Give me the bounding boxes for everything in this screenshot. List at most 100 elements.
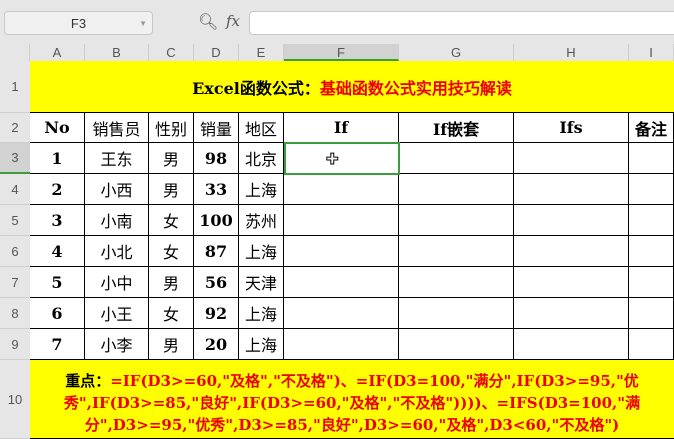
column-header-A[interactable]: A <box>30 44 85 61</box>
table-cell[interactable] <box>399 329 514 360</box>
table-cell[interactable] <box>514 143 629 174</box>
table-cell[interactable] <box>629 143 674 174</box>
table-cell[interactable]: 女 <box>149 298 194 329</box>
table-cell[interactable]: 5 <box>30 267 85 298</box>
header-cell[interactable]: If <box>284 113 399 143</box>
table-cell[interactable]: 王东 <box>85 143 149 174</box>
column-header-G[interactable]: G <box>399 44 514 61</box>
table-cell[interactable] <box>399 267 514 298</box>
table-cell[interactable]: 33 <box>194 174 239 205</box>
table-cell[interactable]: 上海 <box>239 174 284 205</box>
table-cell[interactable] <box>399 143 514 174</box>
table-cell[interactable]: 98 <box>194 143 239 174</box>
table-cell[interactable]: 20 <box>194 329 239 360</box>
table-cell[interactable]: 男 <box>149 267 194 298</box>
table-cell[interactable] <box>284 267 399 298</box>
header-cell[interactable]: 备注 <box>629 113 674 143</box>
table-cell[interactable]: 小北 <box>85 236 149 267</box>
formula-bar[interactable] <box>249 11 674 35</box>
header-cell[interactable]: 地区 <box>239 113 284 143</box>
row-header-9[interactable]: 9 <box>0 329 30 360</box>
table-cell[interactable]: 7 <box>30 329 85 360</box>
table-cell[interactable] <box>284 236 399 267</box>
table-cell[interactable]: 87 <box>194 236 239 267</box>
table-cell[interactable] <box>629 174 674 205</box>
table-cell[interactable] <box>399 174 514 205</box>
header-cell[interactable]: 性别 <box>149 113 194 143</box>
column-header-C[interactable]: C <box>149 44 194 61</box>
table-cell[interactable] <box>399 298 514 329</box>
table-cell[interactable]: 女 <box>149 205 194 236</box>
row-header-4[interactable]: 4 <box>0 174 30 205</box>
column-header-B[interactable]: B <box>85 44 149 61</box>
header-cell[interactable]: No <box>30 113 85 143</box>
fx-icon[interactable]: fx <box>226 12 240 30</box>
zoom-icon[interactable]: 🔍︎ <box>198 12 218 32</box>
chevron-down-icon[interactable]: ▼ <box>139 19 147 28</box>
row-header-6[interactable]: 6 <box>0 236 30 267</box>
table-cell[interactable]: 男 <box>149 329 194 360</box>
table-cell[interactable] <box>284 298 399 329</box>
table-cell[interactable] <box>399 236 514 267</box>
table-cell[interactable] <box>629 298 674 329</box>
table-cell[interactable]: 56 <box>194 267 239 298</box>
table-cell[interactable]: 2 <box>30 174 85 205</box>
table-cell[interactable]: 小王 <box>85 298 149 329</box>
table-cell[interactable] <box>514 236 629 267</box>
table-cell[interactable]: 上海 <box>239 298 284 329</box>
column-header-H[interactable]: H <box>514 44 629 61</box>
table-cell[interactable] <box>284 329 399 360</box>
table-cell[interactable]: 小西 <box>85 174 149 205</box>
row-header-3[interactable]: 3 <box>0 143 30 174</box>
column-header-F[interactable]: F <box>284 44 399 61</box>
table-cell[interactable] <box>284 174 399 205</box>
row-header-1[interactable]: 1 <box>0 61 30 113</box>
table-cell[interactable] <box>629 329 674 360</box>
table-cell[interactable]: 1 <box>30 143 85 174</box>
table-cell[interactable] <box>399 205 514 236</box>
column-header-E[interactable]: E <box>239 44 284 61</box>
header-cell[interactable]: If嵌套 <box>399 113 514 143</box>
note-cell[interactable]: 重点：=IF(D3>=60,"及格","不及格")、=IF(D3=100,"满分… <box>30 360 674 439</box>
table-cell[interactable] <box>284 205 399 236</box>
table-cell[interactable] <box>514 298 629 329</box>
cursor-cross-icon: ✚ <box>326 151 340 169</box>
table-cell[interactable]: 上海 <box>239 329 284 360</box>
table-cell[interactable] <box>629 267 674 298</box>
title-cell[interactable]: Excel函数公式： 基础函数公式实用技巧解读 <box>30 61 674 113</box>
table-cell[interactable] <box>514 329 629 360</box>
row-header-10[interactable]: 10 <box>0 360 30 439</box>
table-cell[interactable]: 小李 <box>85 329 149 360</box>
table-cell[interactable]: 3 <box>30 205 85 236</box>
table-cell[interactable]: 92 <box>194 298 239 329</box>
table-cell[interactable] <box>514 174 629 205</box>
column-header-I[interactable]: I <box>629 44 674 61</box>
table-cell[interactable]: 上海 <box>239 236 284 267</box>
row-header-7[interactable]: 7 <box>0 267 30 298</box>
row-header-8[interactable]: 8 <box>0 298 30 329</box>
name-box[interactable]: F3 ▼ <box>4 11 153 35</box>
column-header-D[interactable]: D <box>194 44 239 61</box>
name-box-value: F3 <box>70 15 87 31</box>
table-cell[interactable]: 苏州 <box>239 205 284 236</box>
row-header-5[interactable]: 5 <box>0 205 30 236</box>
table-cell[interactable] <box>514 267 629 298</box>
table-cell[interactable]: 小中 <box>85 267 149 298</box>
table-cell[interactable] <box>629 205 674 236</box>
table-cell[interactable]: 女 <box>149 236 194 267</box>
table-cell[interactable] <box>514 205 629 236</box>
table-cell[interactable]: 6 <box>30 298 85 329</box>
table-cell[interactable]: 天津 <box>239 267 284 298</box>
row-header-2[interactable]: 2 <box>0 113 30 143</box>
table-cell[interactable]: 4 <box>30 236 85 267</box>
table-cell[interactable]: 北京 <box>239 143 284 174</box>
select-all-corner[interactable] <box>0 44 30 61</box>
header-cell[interactable]: 销量 <box>194 113 239 143</box>
header-cell[interactable]: Ifs <box>514 113 629 143</box>
header-cell[interactable]: 销售员 <box>85 113 149 143</box>
table-cell[interactable] <box>629 236 674 267</box>
table-cell[interactable]: 小南 <box>85 205 149 236</box>
table-cell[interactable]: 男 <box>149 174 194 205</box>
table-cell[interactable]: 100 <box>194 205 239 236</box>
table-cell[interactable]: 男 <box>149 143 194 174</box>
